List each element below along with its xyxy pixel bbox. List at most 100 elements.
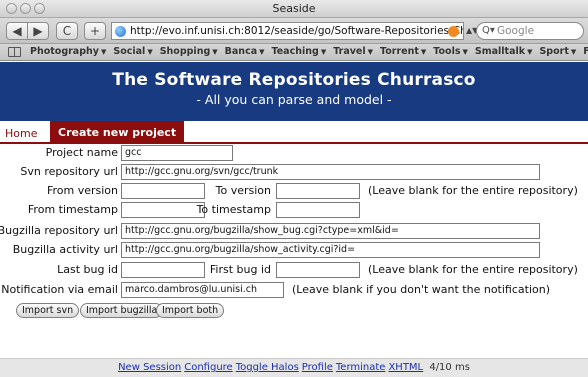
search-icon: Q▾ (482, 25, 495, 36)
bug-id-hint: (Leave blank for the entire repository) (368, 263, 578, 276)
bookmarks-bar: Photography ▼ Social ▼ Shopping ▼ Banca ▼ Teachi… (0, 44, 588, 61)
footer-link-new-session[interactable]: New Session (118, 362, 181, 373)
bookmarks-list: Photography ▼ Social ▼ Shopping ▼ Banca ▼ Teachi… (30, 46, 588, 57)
form-row-buttons: Import svn Import bugzilla Import both (0, 303, 588, 321)
bugzilla-url-label: Bugzilla repository url (0, 224, 118, 237)
form-row-bugzilla-activity: Bugzilla activity url http://gcc.gnu.org… (0, 241, 588, 259)
first-bug-id-input[interactable] (276, 262, 360, 278)
footer-link-profile[interactable]: Profile (302, 362, 333, 373)
svn-url-input[interactable]: http://gcc.gnu.org/svn/gcc/trunk (121, 164, 540, 180)
import-bugzilla-button[interactable]: Import bugzilla (80, 303, 164, 318)
version-hint: (Leave blank for the entire repository) (368, 184, 578, 197)
form-row-bugzilla-url: Bugzilla repository url http://gcc.gnu.o… (0, 222, 588, 240)
chevron-down-icon: ▼ (420, 48, 427, 56)
to-version-input[interactable] (276, 183, 360, 199)
bookmark-label: Travel (333, 46, 366, 57)
last-bug-id-input[interactable] (121, 262, 205, 278)
from-timestamp-label: From timestamp (27, 203, 118, 216)
address-bar[interactable]: http://evo.inf.unisi.ch:8012/seaside/go/… (111, 22, 464, 40)
bookmark-menu-sport[interactable]: Sport ▼ (539, 46, 576, 57)
from-version-input[interactable] (121, 183, 205, 199)
chevron-down-icon: ▼ (100, 48, 107, 56)
page-header: The Software Repositories Churrasco - Al… (0, 62, 588, 121)
last-bug-id-label: Last bug id (57, 263, 118, 276)
form-row-versions: From version To version (Leave blank for… (0, 182, 588, 200)
project-name-input[interactable]: gcc (121, 145, 233, 161)
footer-links: New Session Configure Toggle Halos Profile T… (118, 362, 426, 373)
bugzilla-activity-input[interactable]: http://gcc.gnu.org/bugzilla/show_activit… (121, 242, 540, 258)
bugzilla-url-input[interactable]: http://gcc.gnu.org/bugzilla/show_bug.cgi… (121, 223, 540, 239)
window-title: Seaside (272, 2, 316, 15)
chevron-down-icon: ▼ (259, 48, 265, 56)
site-favicon-icon (115, 26, 126, 37)
bookmark-menu-photography[interactable]: Photography ▼ (30, 46, 106, 57)
bookmark-label: Fun (583, 46, 588, 57)
chevron-down-icon: ▼ (527, 48, 533, 56)
rss-icon[interactable] (448, 26, 459, 37)
chevron-down-icon: ▼ (212, 48, 218, 56)
bookmark-label: Social (113, 46, 146, 57)
search-field[interactable]: Q▾ Google (476, 22, 584, 40)
footer-link-xhtml[interactable]: XHTML (388, 362, 423, 373)
bookmark-menu-tools[interactable]: Tools ▼ (433, 46, 468, 57)
form-row-bug-ids: Last bug id First bug id (Leave blank fo… (0, 261, 588, 279)
chevron-down-icon: ▼ (570, 48, 577, 56)
bookmarks-book-icon[interactable] (8, 47, 21, 57)
bookmark-label: Torrent (380, 46, 419, 57)
bookmark-label: Photography (30, 46, 99, 57)
svn-url-label: Svn repository url (20, 165, 118, 178)
form-row-email: Notification via email marco.dambros@lu.… (0, 281, 588, 299)
tab-create-new-project[interactable]: Create new project (50, 121, 185, 144)
email-input[interactable]: marco.dambros@lu.unisi.ch (121, 282, 284, 298)
chevron-down-icon: ▼ (320, 48, 327, 56)
bookmark-label: Shopping (159, 46, 211, 57)
bookmark-menu-torrent[interactable]: Torrent ▼ (380, 46, 426, 57)
reload-button[interactable]: C (56, 22, 78, 40)
bookmark-menu-social[interactable]: Social ▼ (113, 46, 152, 57)
bookmark-menu-travel[interactable]: Travel ▼ (333, 46, 373, 57)
chevron-down-icon: ▼ (367, 48, 374, 56)
project-name-label: Project name (45, 146, 118, 159)
to-timestamp-label: To timestamp (196, 203, 271, 216)
form-row-svn-url: Svn repository url http://gcc.gnu.org/sv… (0, 163, 588, 181)
bookmark-label: Tools (433, 46, 461, 57)
footer-link-toggle-halos[interactable]: Toggle Halos (236, 362, 299, 373)
bookmark-menu-banca[interactable]: Banca ▼ (225, 46, 265, 57)
bookmark-label: Teaching (271, 46, 319, 57)
tab-home[interactable]: Home (5, 127, 37, 140)
email-hint: (Leave blank if you don't want the notif… (292, 283, 550, 296)
bugzilla-activity-label: Bugzilla activity url (12, 243, 118, 256)
bookmark-menu-shopping[interactable]: Shopping ▼ (160, 46, 218, 57)
to-version-label: To version (215, 184, 271, 197)
bookmark-label: Smalltalk (474, 46, 526, 57)
footer-link-terminate[interactable]: Terminate (336, 362, 386, 373)
first-bug-id-label: First bug id (209, 263, 271, 276)
chevron-down-icon: ▼ (462, 48, 468, 56)
search-placeholder: Google (497, 25, 535, 37)
address-text: http://evo.inf.unisi.ch:8012/seaside/go/… (130, 25, 464, 37)
bookmark-menu-smalltalk[interactable]: Smalltalk ▼ (475, 46, 533, 57)
tab-bar: Home Create new project (0, 121, 588, 144)
window-title-bar: Seaside (0, 0, 588, 18)
import-both-button[interactable]: Import both (156, 303, 225, 318)
from-timestamp-input[interactable] (121, 202, 205, 218)
footer-link-configure[interactable]: Configure (184, 362, 232, 373)
browser-toolbar: ◀ ▶ C + http://evo.inf.unisi.ch:8012/sea… (0, 18, 588, 44)
to-timestamp-input[interactable] (276, 202, 360, 218)
chevron-down-icon: ▼ (147, 48, 153, 56)
form-row-project-name: Project name gcc (0, 144, 588, 162)
back-button[interactable]: ◀ (6, 22, 28, 40)
seaside-toolbar-footer: New Session Configure Toggle Halos Profile T… (0, 358, 588, 377)
from-version-label: From version (46, 184, 118, 197)
render-timing: 4/10 ms (429, 362, 470, 373)
bookmark-menu-teaching[interactable]: Teaching ▼ (272, 46, 327, 57)
page-title: The Software Repositories Churrasco (112, 70, 476, 90)
add-bookmark-button[interactable]: + (84, 22, 106, 40)
import-svn-button[interactable]: Import svn (16, 303, 80, 318)
form-row-timestamps: From timestamp To timestamp (0, 201, 588, 219)
bookmark-label: Banca (224, 46, 258, 57)
forward-button[interactable]: ▶ (27, 22, 49, 40)
page-subtitle: - All you can parse and model - (196, 92, 392, 107)
bookmark-menu-fun[interactable]: Fun▼ (583, 46, 588, 57)
email-label: Notification via email (1, 283, 118, 296)
